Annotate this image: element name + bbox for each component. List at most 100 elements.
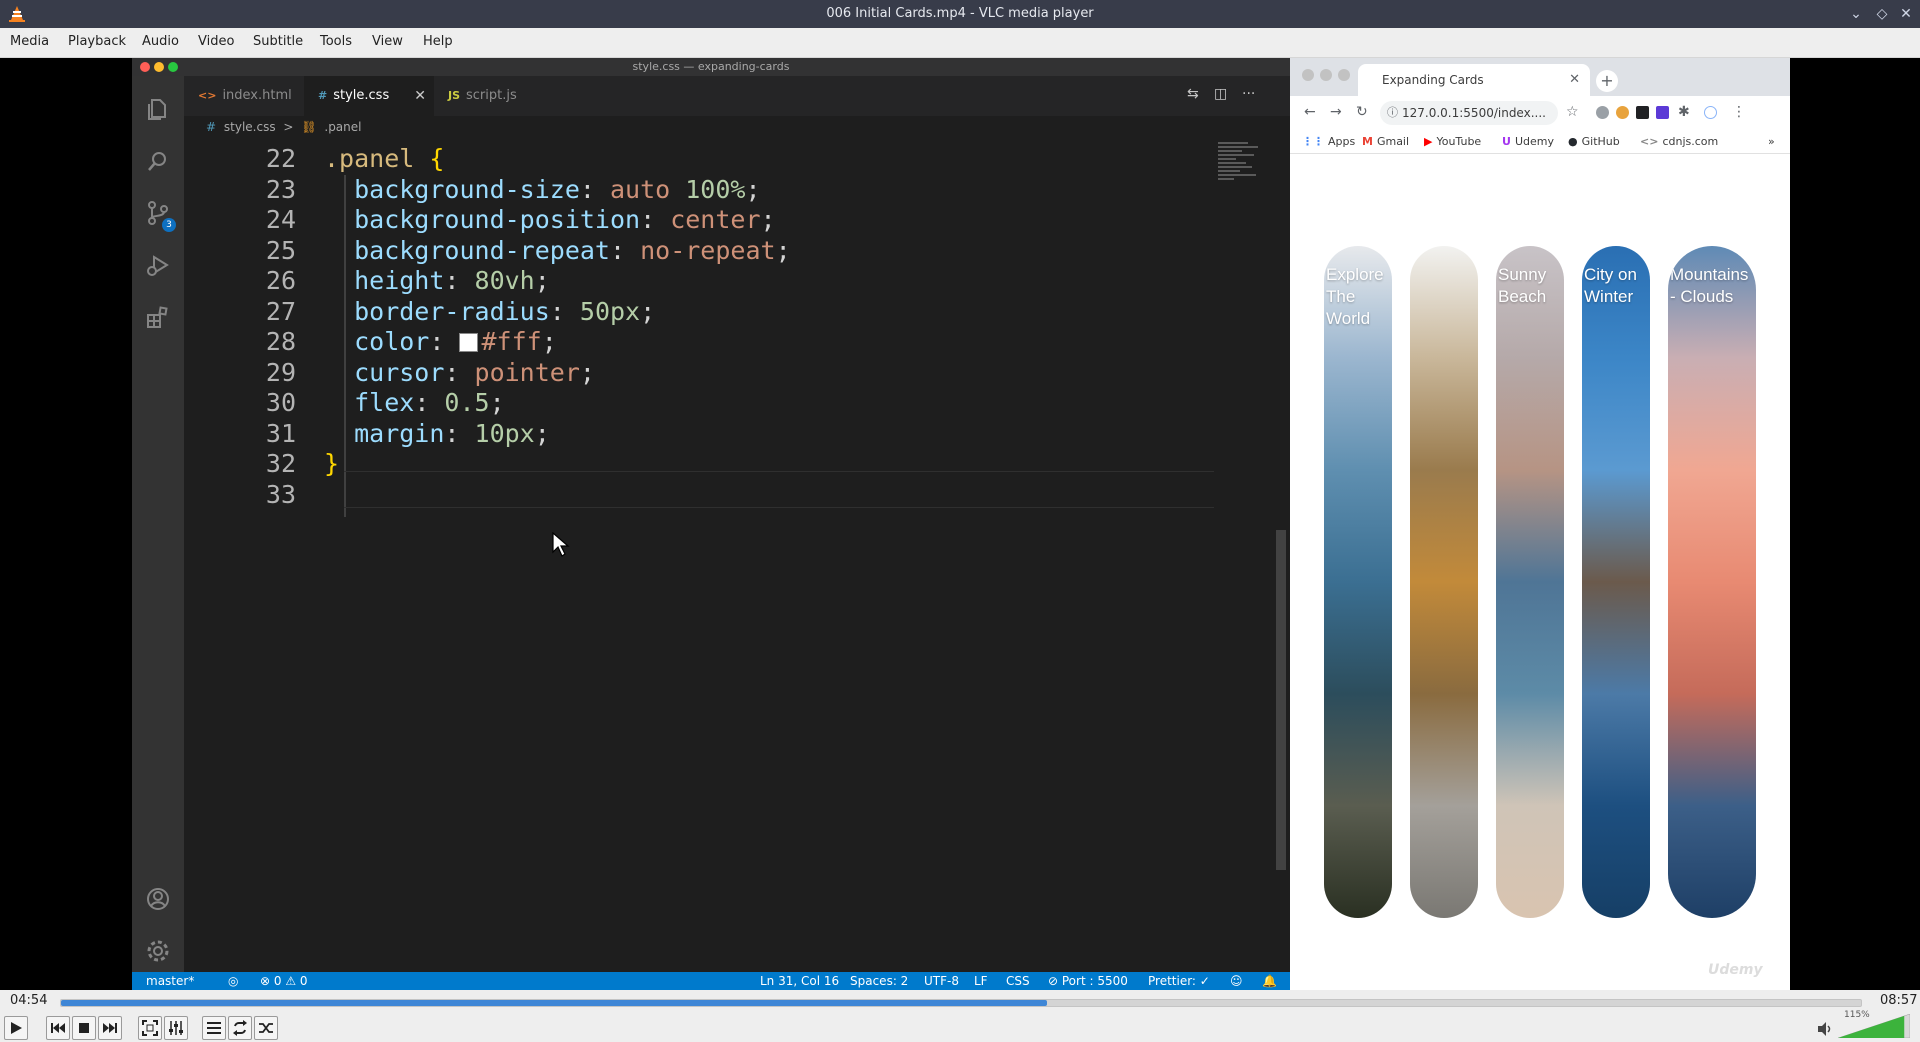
code-token: ; [775, 235, 791, 265]
speaker-icon[interactable] [1816, 1020, 1834, 1038]
bookmark-youtube[interactable]: ▶ YouTube [1424, 135, 1481, 148]
bookmark-label: Apps [1328, 135, 1356, 148]
reload-icon[interactable]: ↻ [1356, 104, 1368, 120]
bookmark-label: Udemy [1514, 135, 1554, 148]
code-token: background-position [324, 205, 641, 234]
code-line[interactable]: 33 [184, 476, 1214, 513]
back-icon[interactable]: ← [1304, 104, 1316, 120]
explorer-icon[interactable] [145, 96, 171, 122]
menu-view[interactable]: View [372, 34, 403, 49]
card-panel-city[interactable]: City on Winter [1582, 246, 1650, 918]
elapsed-time[interactable]: 04:54 [10, 993, 47, 1008]
playlist-button[interactable] [202, 1016, 226, 1040]
bookmark-gmail[interactable]: M Gmail [1362, 135, 1409, 148]
code-token: : [429, 327, 460, 356]
card-title: Mountains - Clouds [1670, 265, 1749, 306]
extension-icon[interactable] [1596, 106, 1609, 119]
source-control-badge: 3 [162, 218, 176, 232]
extensions-icon[interactable] [145, 304, 171, 330]
editor-scrollbar[interactable] [1274, 138, 1288, 972]
feedback-icon[interactable]: ☺ [1230, 972, 1243, 990]
code-editor[interactable]: 22 .panel {23 background-size: auto 100%;… [184, 138, 1214, 972]
selector-icon: ⛓ [301, 120, 317, 134]
address-bar[interactable]: ⓘ 127.0.0.1:5500/index.... [1380, 101, 1558, 125]
previous-button[interactable] [46, 1016, 70, 1040]
file-encoding[interactable]: UTF-8 [924, 972, 959, 990]
udemy-icon: U [1502, 135, 1511, 148]
profile-icon[interactable] [1704, 106, 1717, 119]
close-tab-icon[interactable]: ✕ [414, 76, 426, 116]
bookmark-udemy[interactable]: U Udemy [1502, 135, 1554, 148]
menu-audio[interactable]: Audio [142, 34, 179, 49]
language-mode[interactable]: CSS [1006, 972, 1030, 990]
account-icon[interactable] [145, 886, 171, 912]
notifications-icon[interactable]: 🔔 [1262, 972, 1277, 990]
loop-button[interactable] [228, 1016, 252, 1040]
tab-style-css[interactable]: # style.css ✕ [304, 76, 434, 116]
stop-button[interactable] [72, 1016, 96, 1040]
card-panel-forest[interactable] [1410, 246, 1478, 918]
run-debug-icon[interactable] [145, 252, 171, 278]
mac-close-icon [1302, 69, 1314, 81]
extensions-puzzle-icon[interactable]: ✱ [1678, 104, 1690, 120]
split-editor-icon[interactable]: ◫ [1214, 86, 1227, 102]
menu-subtitle[interactable]: Subtitle [253, 34, 303, 49]
code-token: ; [745, 174, 761, 204]
problems-indicator[interactable]: ⊗ 0 ⚠ 0 [260, 972, 308, 990]
bookmark-star-icon[interactable]: ☆ [1566, 104, 1579, 120]
extension-icon[interactable] [1656, 106, 1669, 119]
video-canvas[interactable]: style.css — expanding-cards 3 <> index.h… [0, 58, 1920, 990]
card-panel-mountains[interactable]: Mountains - Clouds [1668, 246, 1756, 918]
bookmark-github[interactable]: ● GitHub [1568, 135, 1620, 148]
card-panel-explore[interactable]: Explore The World [1324, 246, 1392, 918]
close-icon[interactable]: ✕ [1896, 4, 1916, 24]
open-changes-icon[interactable]: ⇆ [1187, 86, 1199, 102]
browser-tab[interactable]: Expanding Cards ✕ [1358, 64, 1590, 96]
branch-indicator[interactable]: master* [146, 972, 194, 990]
total-time[interactable]: 08:57 [1880, 993, 1917, 1008]
extended-settings-button[interactable] [164, 1016, 188, 1040]
mac-minimize-icon [154, 62, 164, 72]
shuffle-button[interactable] [254, 1016, 278, 1040]
next-button[interactable] [98, 1016, 122, 1040]
seek-bar[interactable] [60, 999, 1862, 1007]
settings-gear-icon[interactable] [145, 938, 171, 964]
play-button[interactable] [4, 1016, 28, 1040]
cursor-position[interactable]: Ln 31, Col 16 [760, 972, 839, 990]
more-actions-icon[interactable]: ··· [1242, 86, 1255, 102]
indentation[interactable]: Spaces: 2 [850, 972, 908, 990]
code-token: border-radius [324, 296, 550, 326]
breadcrumb-file[interactable]: style.css [224, 120, 276, 134]
browser-menu-icon[interactable]: ⋮ [1732, 104, 1746, 120]
extension-icon[interactable] [1616, 106, 1629, 119]
code-token: background-repeat [324, 235, 610, 265]
breadcrumb-selector[interactable]: .panel [324, 120, 361, 134]
search-icon[interactable] [145, 148, 171, 174]
menu-tools[interactable]: Tools [320, 34, 352, 49]
bookmark-apps[interactable]: ⋮⋮ Apps [1302, 135, 1355, 148]
new-tab-icon[interactable]: + [1596, 70, 1618, 92]
tab-script-js[interactable]: JS script.js [434, 76, 549, 116]
tab-label: index.html [222, 88, 292, 103]
menu-media[interactable]: Media [10, 34, 49, 49]
minimize-icon[interactable]: ⌄ [1846, 4, 1866, 24]
youtube-icon: ▶ [1424, 135, 1433, 148]
scrollbar-thumb[interactable] [1276, 530, 1286, 870]
minimap[interactable] [1214, 138, 1270, 972]
menu-playback[interactable]: Playback [68, 34, 126, 49]
prettier-status[interactable]: Prettier: ✓ [1148, 972, 1210, 990]
forward-icon[interactable]: → [1330, 104, 1342, 120]
line-endings[interactable]: LF [974, 972, 988, 990]
bookmark-cdnjs[interactable]: <> cdnjs.com [1640, 135, 1718, 148]
extension-icon[interactable] [1636, 106, 1649, 119]
fullscreen-button[interactable] [138, 1016, 162, 1040]
tab-index-html[interactable]: <> index.html [184, 76, 304, 116]
live-share-icon[interactable]: ◎ [228, 972, 238, 990]
menu-video[interactable]: Video [198, 34, 234, 49]
close-tab-icon[interactable]: ✕ [1569, 64, 1580, 96]
live-server-port[interactable]: ⊘ Port : 5500 [1048, 972, 1128, 990]
maximize-icon[interactable]: ◇ [1872, 4, 1892, 24]
card-panel-beach[interactable]: Sunny Beach [1496, 246, 1564, 918]
more-bookmarks-icon[interactable]: » [1768, 135, 1775, 148]
menu-help[interactable]: Help [423, 34, 453, 49]
